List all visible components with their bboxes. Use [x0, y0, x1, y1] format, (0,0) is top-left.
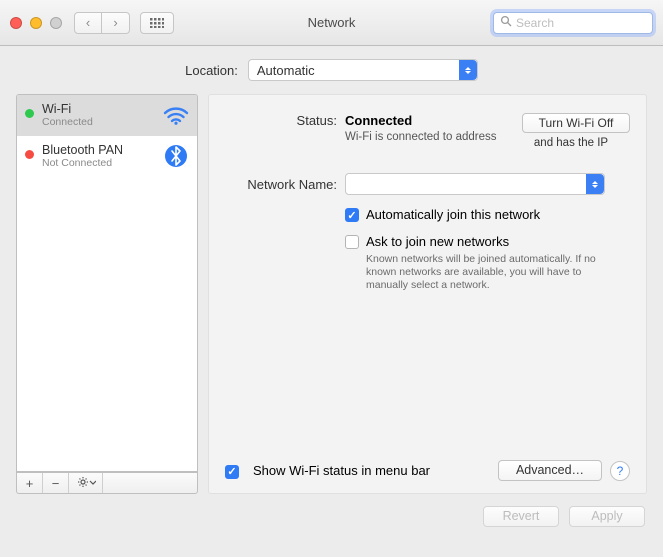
ask-join-checkbox[interactable] [345, 235, 359, 249]
minimize-window-button[interactable] [30, 17, 42, 29]
chevron-right-icon: › [113, 15, 117, 30]
location-row: Location: Automatic [0, 46, 663, 94]
help-icon: ? [617, 464, 624, 478]
ask-join-help: Known networks will be joined automatica… [366, 253, 618, 292]
forward-button[interactable]: › [102, 12, 130, 34]
plus-icon: + [26, 476, 34, 491]
service-sidebar: Wi-Fi Connected Bluetooth PAN Not Connec… [16, 94, 198, 494]
nav-back-forward: ‹ › [74, 12, 130, 34]
auto-join-checkbox[interactable] [345, 208, 359, 222]
service-actions-button[interactable] [69, 473, 103, 493]
chevron-left-icon: ‹ [86, 15, 90, 30]
status-label: Status: [225, 113, 345, 149]
close-window-button[interactable] [10, 17, 22, 29]
service-item-wifi[interactable]: Wi-Fi Connected [17, 95, 197, 136]
location-label: Location: [185, 63, 238, 78]
ask-join-label: Ask to join new networks [366, 234, 509, 249]
search-field[interactable] [493, 12, 653, 34]
titlebar: ‹ › Network [0, 0, 663, 46]
remove-service-button[interactable]: − [43, 473, 69, 493]
help-button[interactable]: ? [610, 461, 630, 481]
network-name-label: Network Name: [225, 177, 345, 192]
add-service-button[interactable]: + [17, 473, 43, 493]
chevron-updown-icon [586, 174, 604, 194]
ask-join-row: Ask to join new networks [345, 234, 630, 249]
apply-button[interactable]: Apply [569, 506, 645, 527]
show-menubar-label: Show Wi-Fi status in menu bar [253, 463, 430, 478]
chevron-updown-icon [459, 60, 477, 80]
ip-hint: and has the IP [512, 137, 630, 149]
service-status: Connected [42, 116, 163, 128]
revert-button[interactable]: Revert [483, 506, 559, 527]
service-name: Bluetooth PAN [42, 143, 163, 157]
grid-icon [150, 18, 164, 28]
status-dot-icon [25, 109, 34, 118]
status-value: Connected [345, 113, 412, 128]
back-button[interactable]: ‹ [74, 12, 102, 34]
service-list: Wi-Fi Connected Bluetooth PAN Not Connec… [16, 94, 198, 472]
advanced-button[interactable]: Advanced… [498, 460, 602, 481]
location-value: Automatic [257, 63, 315, 78]
detail-panel: Status: Connected Wi-Fi is connected to … [208, 94, 647, 494]
status-dot-icon [25, 150, 34, 159]
location-select[interactable]: Automatic [248, 59, 478, 81]
bluetooth-icon [163, 143, 189, 169]
search-input[interactable] [516, 16, 646, 30]
auto-join-row: Automatically join this network [345, 207, 630, 222]
service-item-bluetooth-pan[interactable]: Bluetooth PAN Not Connected [17, 136, 197, 177]
zoom-window-button [50, 17, 62, 29]
footer: Revert Apply [0, 494, 663, 527]
status-subtext: Wi-Fi is connected to address [345, 131, 512, 143]
show-menubar-checkbox[interactable] [225, 465, 239, 479]
service-name: Wi-Fi [42, 102, 163, 116]
service-status: Not Connected [42, 157, 163, 169]
minus-icon: − [52, 476, 60, 491]
network-name-select[interactable] [345, 173, 605, 195]
auto-join-label: Automatically join this network [366, 207, 540, 222]
sidebar-toolbar: + − [16, 472, 198, 494]
show-all-button[interactable] [140, 12, 174, 34]
wifi-toggle-button[interactable]: Turn Wi-Fi Off [522, 113, 630, 133]
window-controls [10, 17, 62, 29]
wifi-icon [163, 102, 189, 128]
gear-icon [76, 476, 96, 491]
search-icon [500, 15, 512, 30]
